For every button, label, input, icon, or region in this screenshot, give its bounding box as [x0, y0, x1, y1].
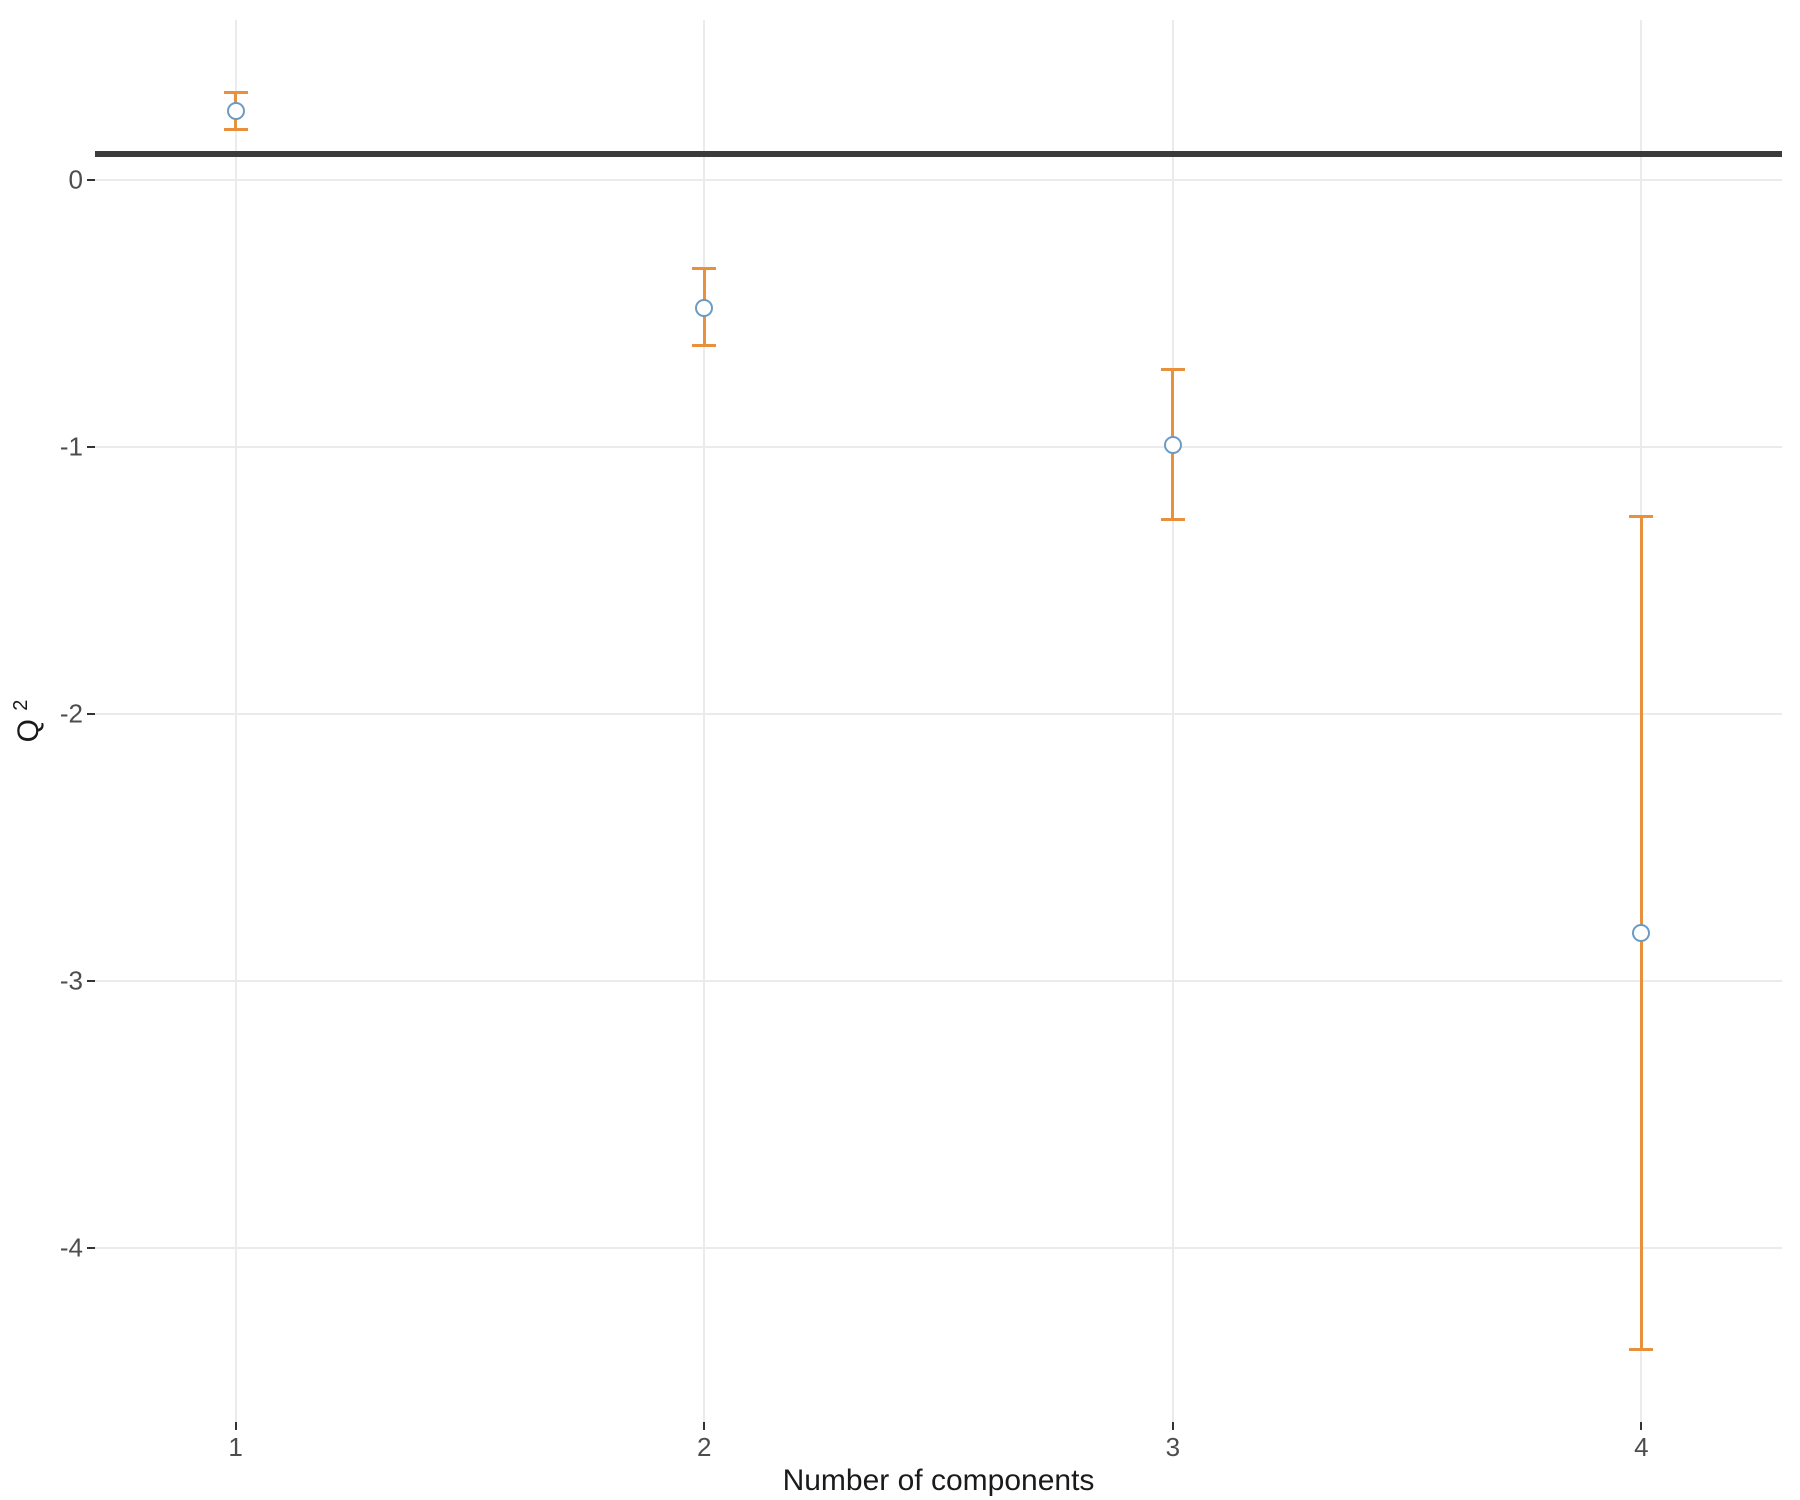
- error-cap-bottom: [692, 344, 716, 347]
- grid-line-vertical: [1172, 20, 1174, 1422]
- data-point: [1632, 924, 1650, 942]
- y-tick-mark: [87, 179, 95, 181]
- grid-line-vertical: [703, 20, 705, 1422]
- grid-line-horizontal: [95, 713, 1782, 715]
- grid-line-horizontal: [95, 446, 1782, 448]
- grid-line-vertical: [235, 20, 237, 1422]
- y-tick-mark: [87, 446, 95, 448]
- data-point: [695, 299, 713, 317]
- grid-line-horizontal: [95, 980, 1782, 982]
- x-tick-mark: [235, 1422, 237, 1430]
- y-tick-label: -2: [60, 699, 83, 730]
- y-tick-mark: [87, 1247, 95, 1249]
- error-cap-bottom: [1161, 518, 1185, 521]
- x-tick-mark: [1172, 1422, 1174, 1430]
- data-point: [1164, 436, 1182, 454]
- x-tick-label: 3: [1166, 1432, 1180, 1463]
- y-axis-title: Q 2: [10, 700, 46, 743]
- reference-hline: [95, 151, 1782, 157]
- x-tick-label: 4: [1634, 1432, 1648, 1463]
- error-cap-top: [1629, 515, 1653, 518]
- error-cap-top: [1161, 368, 1185, 371]
- error-cap-bottom: [1629, 1348, 1653, 1351]
- x-tick-mark: [1640, 1422, 1642, 1430]
- grid-line-horizontal: [95, 1247, 1782, 1249]
- chart-container: Number of components Q 2 1 2 3 4 -4 -3 -2 -1 0: [0, 0, 1800, 1500]
- y-tick-label: -1: [60, 432, 83, 463]
- y-tick-mark: [87, 980, 95, 982]
- y-tick-label: -4: [60, 1233, 83, 1264]
- x-axis-title: Number of components: [783, 1464, 1095, 1498]
- data-point: [227, 102, 245, 120]
- error-cap-top: [692, 267, 716, 270]
- error-cap-bottom: [224, 128, 248, 131]
- plot-panel: [95, 20, 1784, 1424]
- y-tick-label: 0: [69, 165, 83, 196]
- x-tick-label: 1: [228, 1432, 242, 1463]
- grid-line-horizontal: [95, 179, 1782, 181]
- x-tick-label: 2: [697, 1432, 711, 1463]
- x-tick-mark: [703, 1422, 705, 1430]
- y-tick-label: -3: [60, 966, 83, 997]
- y-tick-mark: [87, 713, 95, 715]
- error-cap-top: [224, 91, 248, 94]
